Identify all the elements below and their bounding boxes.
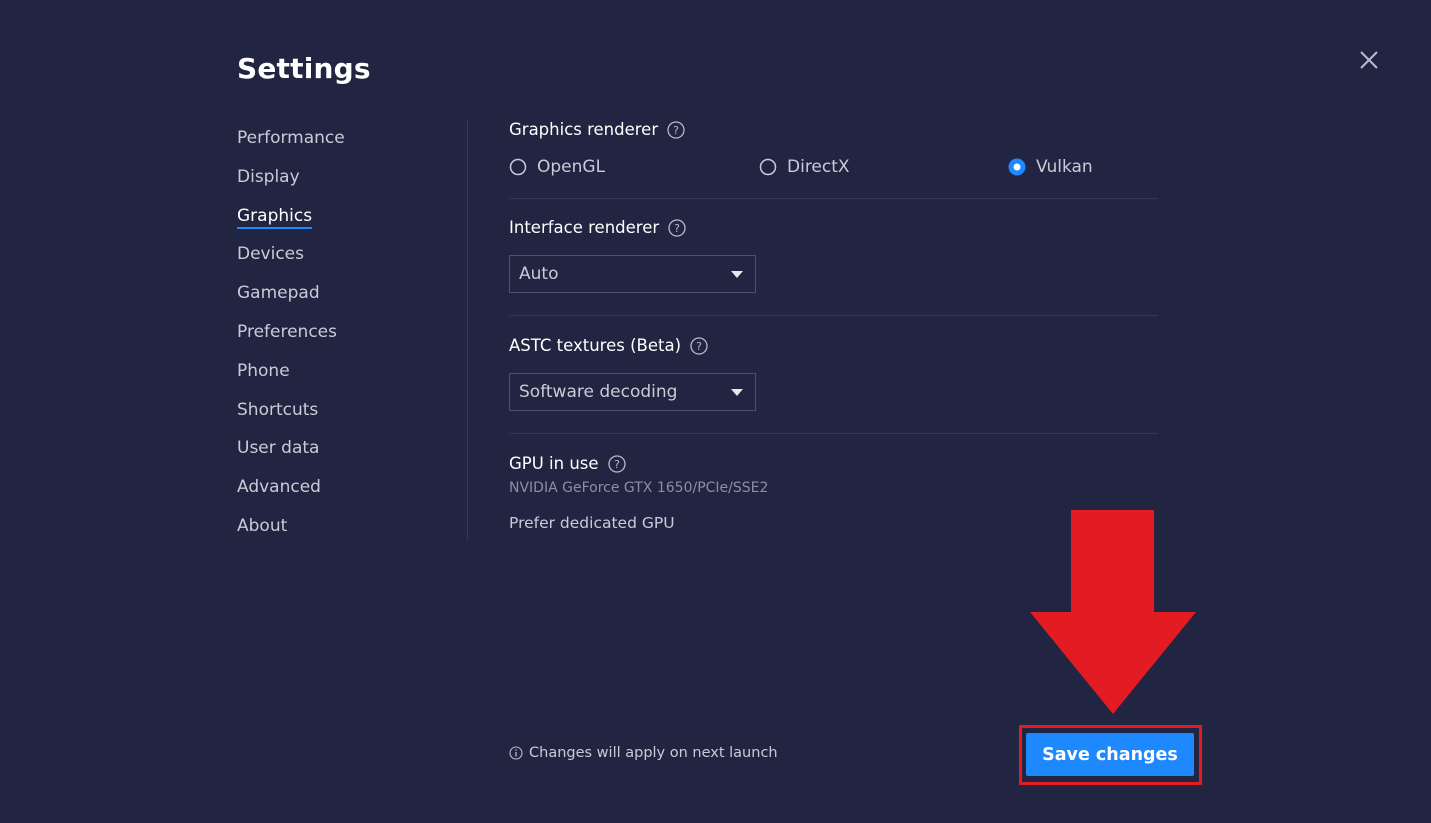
sidebar-item-shortcuts[interactable]: Shortcuts (237, 396, 437, 435)
close-icon (1360, 51, 1378, 69)
settings-sidebar: Performance Display Graphics Devices Gam… (237, 124, 437, 551)
graphics-renderer-label: Graphics renderer (509, 120, 659, 139)
section-divider (509, 433, 1158, 434)
help-icon[interactable]: ? (690, 336, 708, 355)
radio-vulkan[interactable]: Vulkan (1008, 157, 1093, 177)
radio-label: Vulkan (1036, 157, 1093, 177)
help-icon[interactable]: ? (667, 120, 685, 139)
astc-textures-select[interactable]: Software decoding (509, 373, 756, 411)
svg-text:?: ? (673, 124, 679, 137)
gpu-in-use-label: GPU in use (509, 454, 599, 473)
sidebar-item-label: Shortcuts (237, 399, 319, 420)
svg-text:?: ? (614, 458, 620, 471)
chevron-down-icon (731, 271, 743, 278)
radio-unchecked-icon (759, 158, 777, 176)
select-value: Software decoding (519, 382, 678, 402)
sidebar-item-label: User data (237, 438, 320, 459)
chevron-down-icon (731, 389, 743, 396)
astc-textures-label: ASTC textures (Beta) (509, 336, 682, 355)
prefer-dedicated-gpu-option[interactable]: Prefer dedicated GPU (509, 514, 675, 532)
page-title: Settings (237, 52, 371, 85)
close-button[interactable] (1358, 49, 1380, 71)
section-divider (509, 198, 1158, 199)
help-icon[interactable]: ? (668, 218, 686, 237)
gpu-name: NVIDIA GeForce GTX 1650/PCIe/SSE2 (509, 480, 769, 496)
interface-renderer-select[interactable]: Auto (509, 255, 756, 293)
sidebar-item-label: Performance (237, 128, 345, 148)
sidebar-item-label: Devices (237, 244, 304, 265)
svg-text:?: ? (696, 340, 702, 353)
graphics-renderer-heading: Graphics renderer ? (509, 120, 685, 139)
select-value: Auto (519, 264, 559, 284)
sidebar-item-display[interactable]: Display (237, 163, 437, 202)
sidebar-item-label: Gamepad (237, 283, 320, 304)
radio-checked-icon (1008, 158, 1026, 176)
sidebar-item-about[interactable]: About (237, 512, 437, 551)
sidebar-item-label: Display (237, 166, 300, 187)
footer-note: Changes will apply on next launch (509, 745, 778, 761)
red-down-arrow-icon (1030, 510, 1196, 714)
sidebar-item-label: Preferences (237, 321, 337, 342)
interface-renderer-heading: Interface renderer ? (509, 218, 686, 237)
radio-directx[interactable]: DirectX (759, 157, 850, 177)
section-divider (509, 315, 1158, 316)
sidebar-item-devices[interactable]: Devices (237, 240, 437, 279)
radio-label: OpenGL (537, 157, 606, 177)
sidebar-item-label: About (237, 515, 288, 536)
save-changes-button[interactable]: Save changes (1026, 733, 1194, 776)
sidebar-item-preferences[interactable]: Preferences (237, 318, 437, 357)
gpu-in-use-heading: GPU in use ? (509, 454, 626, 473)
settings-page: Settings Performance Display Graphics De… (0, 0, 1431, 823)
radio-label: DirectX (787, 157, 850, 177)
sidebar-divider (467, 120, 468, 540)
help-icon[interactable]: ? (607, 454, 626, 473)
astc-textures-heading: ASTC textures (Beta) ? (509, 336, 708, 355)
interface-renderer-label: Interface renderer (509, 218, 660, 237)
sidebar-item-graphics[interactable]: Graphics (237, 202, 437, 241)
radio-unchecked-icon (509, 158, 527, 176)
info-icon (509, 746, 523, 760)
svg-text:?: ? (674, 222, 680, 235)
sidebar-item-label: Phone (237, 360, 290, 381)
sidebar-item-phone[interactable]: Phone (237, 357, 437, 396)
sidebar-item-label: Advanced (237, 477, 321, 498)
sidebar-item-gamepad[interactable]: Gamepad (237, 279, 437, 318)
sidebar-item-performance[interactable]: Performance (237, 124, 437, 163)
sidebar-item-label: Graphics (237, 205, 313, 229)
sidebar-item-advanced[interactable]: Advanced (237, 473, 437, 512)
footer-note-text: Changes will apply on next launch (529, 745, 778, 761)
sidebar-item-user-data[interactable]: User data (237, 434, 437, 473)
radio-opengl[interactable]: OpenGL (509, 157, 605, 177)
